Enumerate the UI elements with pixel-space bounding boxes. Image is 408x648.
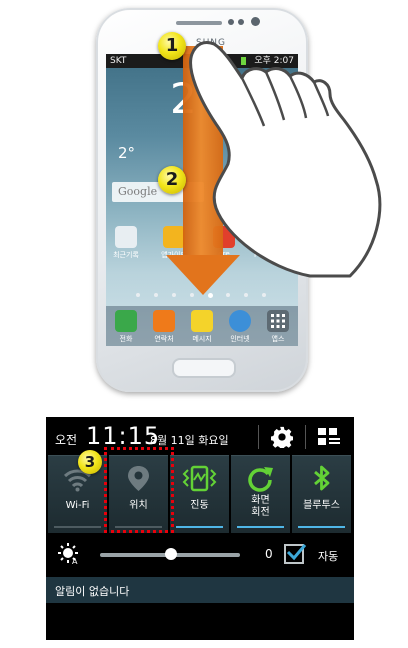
screen-rotation-toggle[interactable]: 화면 회전 <box>231 455 290 533</box>
step-1-badge: 1 <box>158 32 186 60</box>
location-highlight-box <box>104 447 174 533</box>
brightness-row: A 0 자동 <box>46 538 354 572</box>
app-label: 전화 <box>119 335 133 343</box>
brightness-slider-thumb[interactable] <box>165 548 177 560</box>
dock-app[interactable]: 전화 <box>108 310 144 344</box>
front-camera <box>251 17 260 26</box>
internet-icon <box>229 310 251 332</box>
phone-icon <box>115 310 137 332</box>
dock-app[interactable]: 연락처 <box>146 310 182 344</box>
hand-gesture-icon <box>189 40 382 278</box>
toggle-label-line: 회전 <box>251 507 270 518</box>
checkmark-icon <box>286 544 307 561</box>
auto-brightness-checkbox[interactable] <box>284 544 307 564</box>
toggle-indicator <box>176 526 223 528</box>
toggle-label: 진동 <box>190 500 209 511</box>
contacts-icon <box>153 310 175 332</box>
brightness-value: 0 <box>265 547 273 561</box>
rotate-icon <box>248 467 273 492</box>
panel-date: 8월 11일 화요일 <box>150 434 229 447</box>
apps-grid-icon <box>267 310 289 332</box>
app-label: 인터넷 <box>230 335 250 343</box>
auto-brightness-label: 자동 <box>318 550 339 563</box>
dock-app[interactable]: 인터넷 <box>222 310 258 344</box>
toggle-label: Wi-Fi <box>65 500 90 511</box>
toggle-indicator <box>54 526 101 528</box>
step-3-badge: 3 <box>78 450 102 474</box>
gear-icon[interactable] <box>271 426 293 448</box>
vibrate-icon <box>182 465 217 492</box>
toggle-indicator <box>298 526 345 528</box>
message-icon <box>191 310 213 332</box>
bluetooth-icon <box>314 465 330 491</box>
bluetooth-toggle[interactable]: 블루투스 <box>292 455 351 533</box>
app-shortcut[interactable]: 최근기록 <box>108 226 144 260</box>
toggle-label-line: 화면 <box>251 495 270 506</box>
divider <box>258 425 259 449</box>
call-log-icon <box>115 226 137 248</box>
auto-brightness-icon: A <box>58 543 78 565</box>
home-button[interactable] <box>172 358 236 378</box>
edit-toggles-icon[interactable] <box>318 428 340 446</box>
dock-app[interactable]: 메시지 <box>184 310 220 344</box>
divider <box>305 425 306 449</box>
sensor-dot <box>238 19 244 25</box>
toggle-label: 화면 회전 <box>231 495 290 519</box>
vibrate-toggle[interactable]: 진동 <box>170 455 229 533</box>
notification-list: 알림이 없습니다 <box>46 577 354 603</box>
sensor-dot <box>228 19 234 25</box>
widget-temperature: 2° <box>118 144 136 162</box>
step-2-badge: 2 <box>158 166 186 194</box>
app-label: 최근기록 <box>113 251 139 259</box>
svg-text:A: A <box>72 557 78 565</box>
no-notifications-text: 알림이 없습니다 <box>55 585 130 598</box>
app-dock: 전화 연락처 메시지 인터넷 앱스 <box>106 306 298 346</box>
carrier-label: SKT <box>110 56 127 66</box>
app-label: 앱스 <box>271 335 285 343</box>
toggle-indicator <box>237 526 284 528</box>
earpiece-speaker <box>176 21 222 25</box>
dock-app[interactable]: 앱스 <box>260 310 296 344</box>
toggle-label: 블루투스 <box>303 500 340 511</box>
notification-panel: 오전 11:15 8월 11일 화요일 Wi-Fi 위치 진동 화면 회전 블루… <box>46 417 354 640</box>
app-label: 메시지 <box>192 335 212 343</box>
app-label: 연락처 <box>154 335 174 343</box>
am-pm-label: 오전 <box>55 433 78 447</box>
